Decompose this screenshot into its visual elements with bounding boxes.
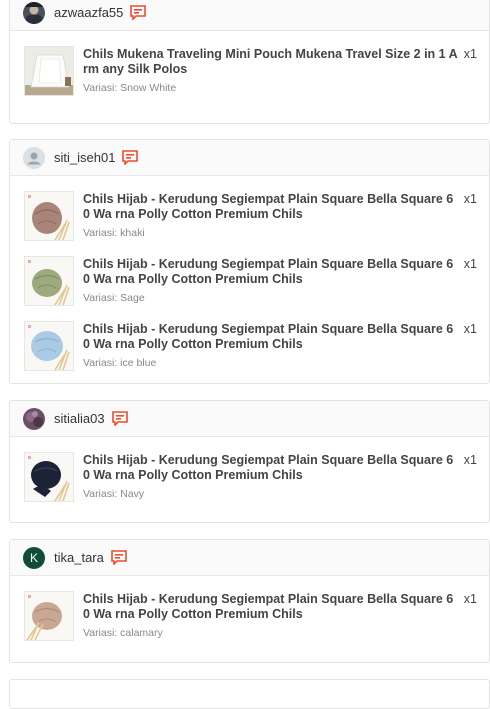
avatar[interactable]: [23, 407, 45, 430]
product-thumbnail[interactable]: [24, 452, 74, 502]
buyer-username[interactable]: sitialia03: [54, 411, 105, 426]
variant: Variasi: calamary: [83, 627, 163, 639]
quantity: x1: [463, 322, 477, 336]
list-item[interactable]: Chils Hijab - Kerudung Segiempat Plain S…: [10, 445, 489, 510]
order-card: K tika_tara Chils Hijab - Kerudung Segie…: [9, 539, 490, 663]
product-thumbnail[interactable]: [24, 591, 74, 641]
product-title[interactable]: Chils Hijab - Kerudung Segiempat Plain S…: [83, 453, 458, 483]
card-header: K tika_tara: [10, 540, 489, 576]
product-title[interactable]: Chils Mukena Traveling Mini Pouch Mukena…: [83, 47, 458, 77]
avatar[interactable]: K: [23, 546, 45, 569]
list-item[interactable]: Chils Hijab - Kerudung Segiempat Plain S…: [10, 184, 489, 249]
avatar[interactable]: [23, 146, 45, 169]
product-title[interactable]: Chils Hijab - Kerudung Segiempat Plain S…: [83, 192, 458, 222]
quantity: x1: [463, 453, 477, 467]
order-card: azwaazfa55 Chils Mukena Traveling Mini P…: [9, 0, 490, 124]
product-title[interactable]: Chils Hijab - Kerudung Segiempat Plain S…: [83, 322, 458, 352]
product-thumbnail[interactable]: [24, 321, 74, 371]
order-card: sitialia03 Chils Hijab - Kerudung Segiem…: [9, 400, 490, 523]
product-thumbnail[interactable]: [24, 46, 74, 96]
list-item[interactable]: Chils Hijab - Kerudung Segiempat Plain S…: [10, 249, 489, 314]
chat-icon[interactable]: [130, 5, 147, 20]
product-thumbnail[interactable]: [24, 191, 74, 241]
buyer-username[interactable]: tika_tara: [54, 550, 104, 565]
variant: Variasi: Navy: [83, 488, 145, 500]
quantity: x1: [463, 592, 477, 606]
product-title[interactable]: Chils Hijab - Kerudung Segiempat Plain S…: [83, 592, 458, 622]
order-card: [9, 679, 490, 709]
chat-icon[interactable]: [111, 411, 128, 426]
list-item[interactable]: Chils Hijab - Kerudung Segiempat Plain S…: [10, 314, 489, 379]
quantity: x1: [463, 47, 477, 61]
list-item[interactable]: Chils Hijab - Kerudung Segiempat Plain S…: [10, 584, 489, 649]
card-header: azwaazfa55: [10, 0, 489, 31]
product-title[interactable]: Chils Hijab - Kerudung Segiempat Plain S…: [83, 257, 458, 287]
card-body: Chils Mukena Traveling Mini Pouch Mukena…: [10, 31, 489, 104]
variant: Variasi: Sage: [83, 292, 145, 304]
variant: Variasi: Snow White: [83, 82, 177, 94]
card-header: sitialia03: [10, 401, 489, 437]
avatar[interactable]: [23, 1, 45, 24]
card-header: siti_iseh01: [10, 140, 489, 176]
card-body: Chils Hijab - Kerudung Segiempat Plain S…: [10, 176, 489, 379]
product-thumbnail[interactable]: [24, 256, 74, 306]
avatar-letter: K: [29, 550, 38, 565]
chat-icon[interactable]: [111, 550, 127, 565]
chat-icon[interactable]: [122, 150, 139, 165]
order-card: siti_iseh01 Chils Hijab - Kerudung Segie…: [9, 139, 490, 384]
card-body: Chils Hijab - Kerudung Segiempat Plain S…: [10, 437, 489, 510]
variant: Variasi: ice blue: [83, 357, 157, 369]
buyer-username[interactable]: siti_iseh01: [54, 150, 115, 165]
buyer-username[interactable]: azwaazfa55: [54, 5, 123, 20]
quantity: x1: [463, 257, 477, 271]
list-item[interactable]: Chils Mukena Traveling Mini Pouch Mukena…: [10, 39, 489, 104]
variant: Variasi: khaki: [83, 227, 145, 239]
card-body: Chils Hijab - Kerudung Segiempat Plain S…: [10, 576, 489, 649]
quantity: x1: [463, 192, 477, 206]
